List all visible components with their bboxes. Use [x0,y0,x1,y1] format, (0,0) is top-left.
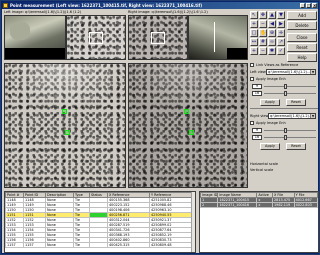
vertical-scale-label: Vertical scale [250,168,274,172]
horizontal-scale-label: Horizontal scale [250,162,279,166]
right-brightness-value[interactable]: 16 [252,135,262,140]
fit-icon[interactable]: □ [250,29,258,37]
table-cell: x [256,202,274,208]
left-icon[interactable]: ◀ [268,20,276,28]
add-button[interactable]: Add [287,11,317,20]
grid-icon[interactable]: # [259,38,267,46]
right-brightness-slider[interactable] [264,135,316,140]
column-header[interactable]: Image ID [200,192,219,198]
left-contrast-slider[interactable] [264,84,316,89]
tie-point-marker[interactable] [189,130,194,135]
target-icon[interactable]: ⊕ [268,29,276,37]
arrow-icon[interactable]: ↗ [277,38,285,46]
right-contrast-slider[interactable] [264,128,316,133]
right-reset-button[interactable]: Reset [286,143,306,150]
left-view-label: Left view: [250,70,267,74]
right-view-label: Right view: [250,114,270,118]
apply-image-enh-option[interactable]: Apply Image Enh [250,77,286,81]
move-icon[interactable]: ✥ [259,11,267,19]
left-contrast-value[interactable]: 9 [252,84,262,89]
left-apply-button[interactable]: Apply [260,99,280,106]
left-brightness-slider[interactable] [264,91,316,96]
right-zoom-thumbnail[interactable] [128,15,188,60]
point-table: Point # Point ID Description Type Status X Re… [4,191,196,253]
window-title: Point measurement (Left view: 1622371_10… [10,3,203,8]
left-overview-thumbnail[interactable] [4,15,66,60]
delete-button[interactable]: Delete [287,21,317,30]
right-view-combo[interactable]: q:\teremsol\(1.6)\(1.2)... ▼ [268,113,316,119]
tie-point-marker[interactable] [65,130,70,135]
left-reset-button[interactable]: Reset [286,99,306,106]
point-table-scrollbar[interactable] [191,192,195,252]
table-cell: 1157 [23,242,46,248]
right-main-image[interactable] [128,63,248,188]
table-cell: Tie [73,242,90,248]
table-cell: 400425.315 [107,242,150,248]
table-row[interactable]: 2 1622371_100416 x 1962.119 4022.803 [200,202,318,208]
minus-icon[interactable]: − [259,47,267,55]
right-icon[interactable]: ▶ [277,20,285,28]
table-cell: 4250809.48 [149,242,194,248]
zoom-out-icon[interactable]: − [259,20,267,28]
overview-strip [4,15,248,60]
left-view-combo[interactable]: q:\teremsol\(1.6)\(1.2)... ▼ [266,69,316,75]
link-icon[interactable]: ∞ [268,38,276,46]
apply-image-enh-checkbox[interactable] [250,77,254,81]
app-icon [3,3,8,8]
image-measure-table: Image ID Image Name Active X File Y File 1 16… [199,191,319,253]
apply-image-enh-right-option[interactable]: Apply Image Enh [250,121,286,125]
table-cell: 4022.803 [293,202,318,208]
table-cell: 1157 [5,242,24,248]
apply-image-enh-right-checkbox[interactable] [250,121,254,125]
left-main-image[interactable] [4,63,126,188]
maximize-button[interactable]: □ [306,3,311,8]
link-views-option[interactable]: Link Views as Reference [250,63,298,67]
table-cell: None [45,242,74,248]
table-cell: 2 [200,202,219,208]
title-bar: Point measurement (Left view: 1622371_10… [2,2,318,9]
measure-icon[interactable]: ↔ [250,38,258,46]
table-cell: 1962.119 [272,202,295,208]
right-apply-button[interactable]: Apply [260,143,280,150]
chevron-down-icon: ▼ [310,114,315,118]
cursor-icon[interactable]: ↖ [250,11,258,19]
left-brightness-value[interactable]: 16 [252,91,262,96]
table-cell: 1622371_100416 [217,202,258,208]
up-icon[interactable]: ▲ [268,11,276,19]
right-overview-thumbnail[interactable] [188,15,248,60]
close-button[interactable]: × [312,3,317,8]
crosshair-icon[interactable]: ✛ [277,29,285,37]
pan-icon[interactable]: ✋ [259,29,267,37]
down-icon[interactable]: ▼ [277,11,285,19]
table-row[interactable]: 1157 1157 None Tie 400425.315 4250809.48 [5,242,194,248]
tie-point-marker[interactable] [184,109,189,114]
right-contrast-value[interactable]: 9 [252,128,262,133]
close-command-button[interactable]: Close [287,33,317,42]
plus-icon[interactable]: + [250,47,258,55]
tool-grid: ↖ ✥ ▲ ▼ + − ◀ ▶ □ ✋ ⊕ ✛ ↔ # ∞ ↗ + − ✱ ✓ [250,11,285,55]
zoom-in-icon[interactable]: + [250,20,258,28]
tie-point-marker[interactable] [62,109,67,114]
divider [250,108,318,109]
check-icon[interactable]: ✓ [277,47,285,55]
table-cell [89,242,108,248]
left-zoom-thumbnail[interactable] [66,15,126,60]
main-window: Point measurement (Left view: 1622371_10… [1,1,319,254]
star-icon[interactable]: ✱ [268,47,276,55]
reset-command-button[interactable]: Reset [287,43,317,52]
minimize-button[interactable]: _ [300,3,305,8]
link-views-checkbox[interactable] [250,63,254,67]
chevron-down-icon: ▼ [310,70,315,74]
help-button[interactable]: Help [287,53,317,62]
